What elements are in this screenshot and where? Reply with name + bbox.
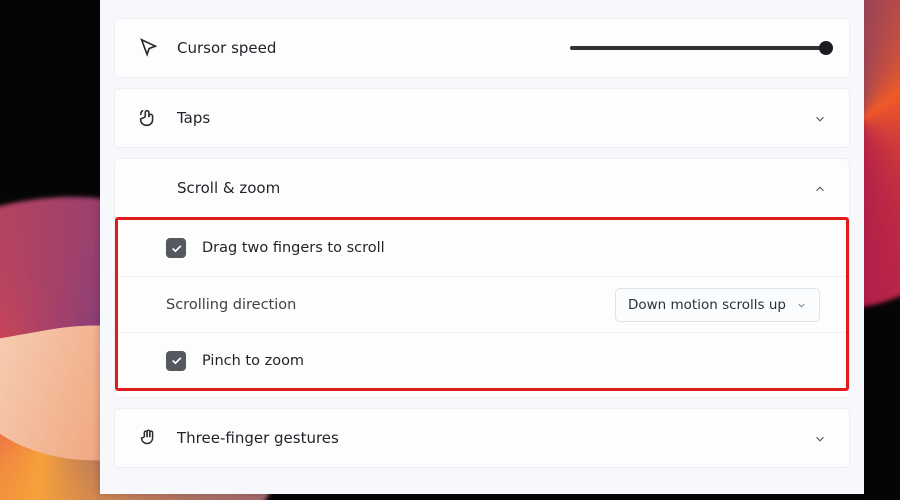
drag-two-fingers-checkbox[interactable] [166, 238, 186, 258]
annotation-highlight: Drag two fingers to scroll Scrolling dir… [115, 217, 849, 391]
chevron-down-icon [813, 111, 827, 125]
scroll-zoom-options: Drag two fingers to scroll Scrolling dir… [115, 217, 849, 397]
option-scrolling-direction: Scrolling direction Down motion scrolls … [118, 276, 846, 332]
scroll-zoom-header[interactable]: Scroll & zoom [115, 159, 849, 217]
drag-two-fingers-label: Drag two fingers to scroll [202, 240, 385, 256]
scrolling-direction-dropdown[interactable]: Down motion scrolls up [615, 288, 820, 322]
scrolling-direction-label: Scrolling direction [166, 297, 296, 313]
chevron-up-icon [813, 181, 827, 195]
option-pinch-to-zoom[interactable]: Pinch to zoom [118, 332, 846, 388]
setting-cursor-speed: Cursor speed [114, 18, 850, 78]
pinch-to-zoom-label: Pinch to zoom [202, 353, 304, 369]
blank-icon [137, 177, 159, 199]
three-finger-label: Three-finger gestures [177, 429, 339, 447]
cursor-icon [137, 37, 159, 59]
scrolling-direction-selected: Down motion scrolls up [628, 297, 786, 313]
tap-icon [137, 107, 159, 129]
setting-taps[interactable]: Taps [114, 88, 850, 148]
setting-three-finger-gestures[interactable]: Three-finger gestures [114, 408, 850, 468]
setting-scroll-zoom: Scroll & zoom Drag two fingers to scroll… [114, 158, 850, 398]
chevron-down-icon [813, 431, 827, 445]
pinch-to-zoom-checkbox[interactable] [166, 351, 186, 371]
taps-label: Taps [177, 109, 210, 127]
cursor-speed-slider-thumb[interactable] [819, 41, 833, 55]
cursor-speed-label: Cursor speed [177, 39, 276, 57]
scroll-zoom-label: Scroll & zoom [177, 179, 280, 197]
cursor-speed-slider[interactable] [570, 46, 827, 50]
three-finger-icon [137, 427, 159, 449]
chevron-down-icon [796, 299, 807, 310]
touchpad-settings-panel: Cursor speed Taps [100, 0, 864, 494]
option-drag-two-fingers[interactable]: Drag two fingers to scroll [118, 220, 846, 276]
